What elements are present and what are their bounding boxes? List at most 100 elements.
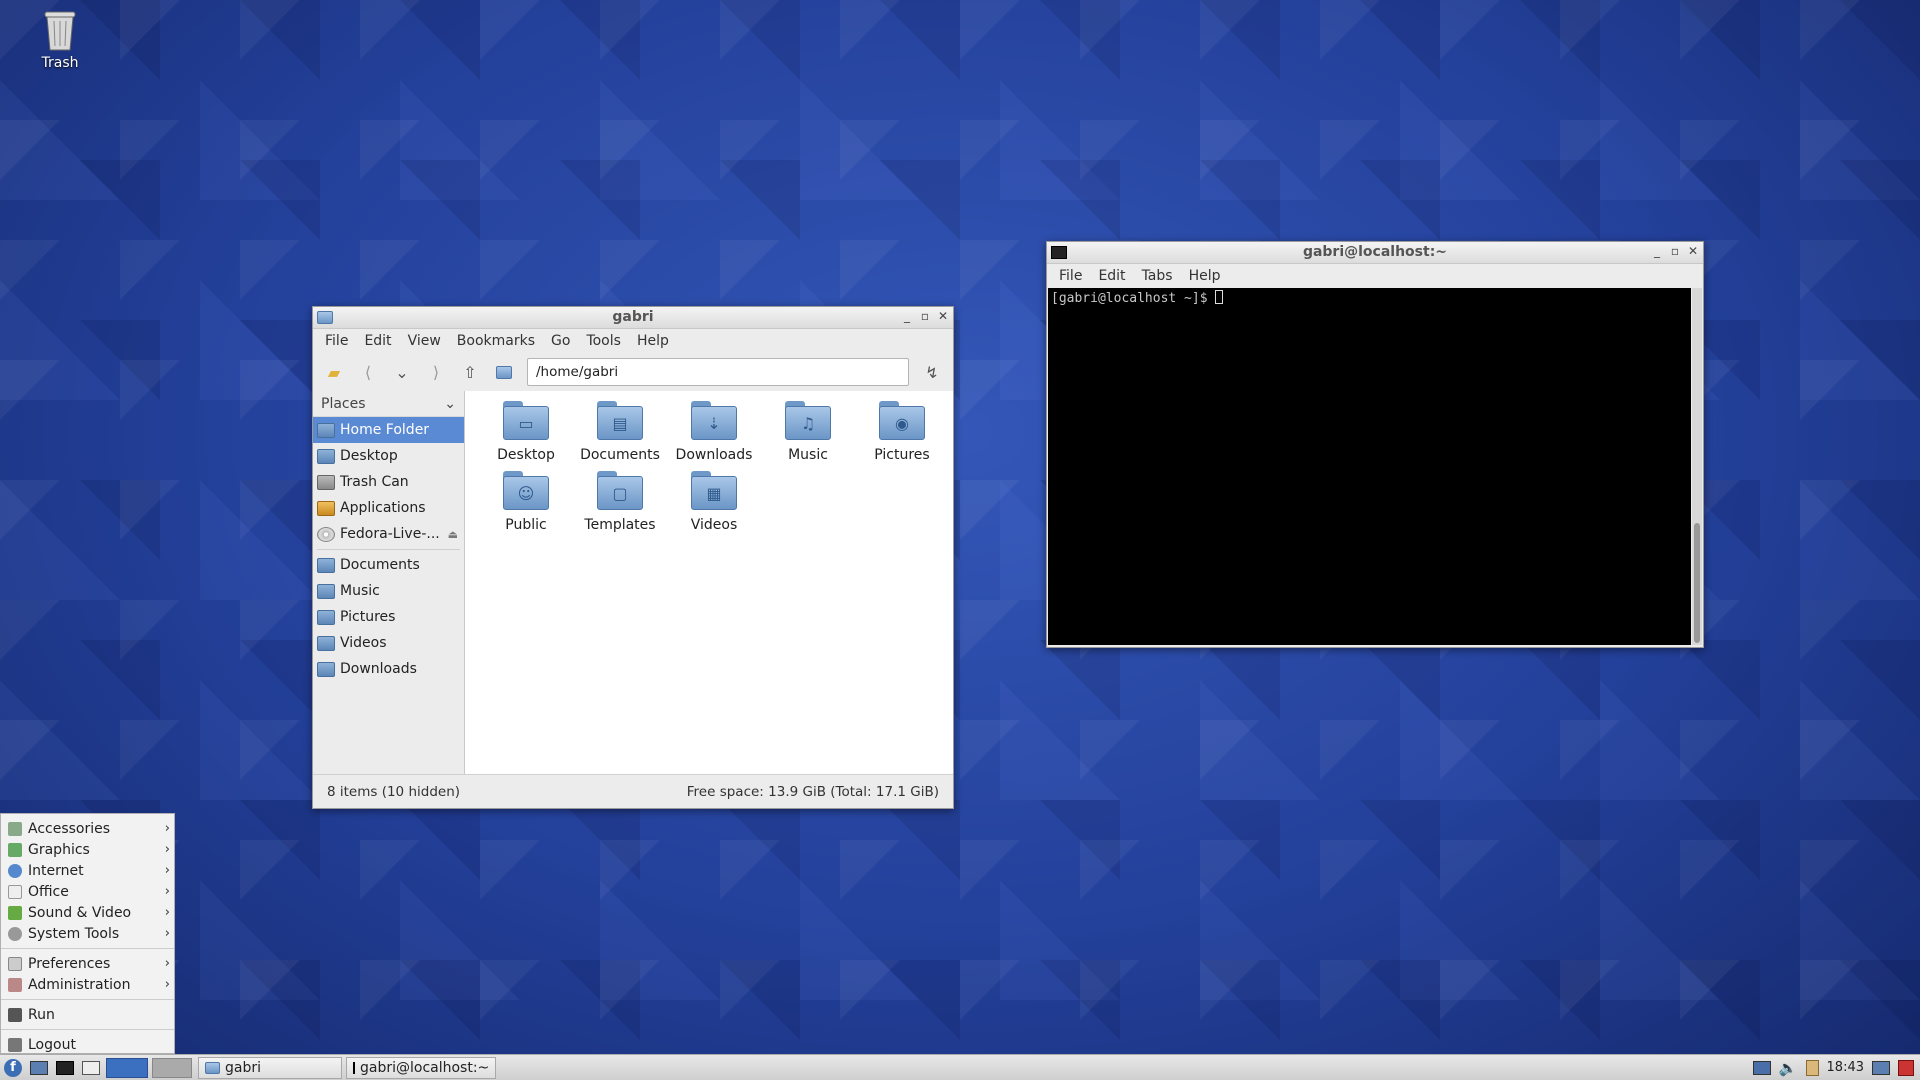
terminal-launcher[interactable] <box>54 1058 76 1078</box>
file-manager-launcher[interactable] <box>80 1058 102 1078</box>
task-terminal[interactable]: gabri@localhost:~ <box>346 1056 496 1079</box>
history-dropdown[interactable]: ⌄ <box>387 358 417 386</box>
menu-go[interactable]: Go <box>543 333 578 349</box>
sidebar-item-downloads[interactable]: Downloads <box>313 656 464 682</box>
graphics-icon <box>8 842 22 857</box>
show-desktop-button[interactable] <box>28 1058 50 1078</box>
sidebar-item-videos[interactable]: Videos <box>313 630 464 656</box>
forward-button[interactable]: ⟩ <box>421 358 451 386</box>
minimize-button[interactable]: _ <box>1651 244 1663 258</box>
file-item-label: Documents <box>580 447 660 463</box>
sidebar-item-desktop[interactable]: Desktop <box>313 443 464 469</box>
menu-item-preferences[interactable]: Preferences › <box>1 953 174 974</box>
menu-help[interactable]: Help <box>629 333 677 349</box>
menu-item-sound-video[interactable]: Sound & Video › <box>1 902 174 923</box>
sidebar-item-fedora-live[interactable]: Fedora-Live-... ⏏ <box>313 521 464 547</box>
workspace-1[interactable] <box>106 1057 148 1078</box>
maximize-button[interactable]: ▫ <box>919 309 931 323</box>
sidebar-item-trash-can[interactable]: Trash Can <box>313 469 464 495</box>
chevron-down-icon: ⌄ <box>444 395 456 412</box>
folder-icon <box>317 609 335 625</box>
fedora-logo-icon: f <box>4 1058 22 1077</box>
close-button[interactable]: ✕ <box>937 309 949 323</box>
clock[interactable]: 18:43 <box>1827 1060 1864 1075</box>
menu-file[interactable]: File <box>1051 268 1090 284</box>
menu-item-logout[interactable]: Logout <box>1 1034 174 1055</box>
path-input[interactable]: /home/gabri <box>527 358 909 386</box>
sidebar-item-music[interactable]: Music <box>313 578 464 604</box>
sidebar-item-applications[interactable]: Applications <box>313 495 464 521</box>
eject-icon[interactable]: ⏏ <box>448 528 458 541</box>
taskbar: f gabri gabri@localhost:~ 🔈 18:43 <box>0 1054 1920 1080</box>
network-icon[interactable] <box>1752 1060 1771 1075</box>
menu-item-system-tools[interactable]: System Tools › <box>1 923 174 944</box>
home-button[interactable] <box>489 358 519 386</box>
menu-item-internet[interactable]: Internet › <box>1 860 174 881</box>
menu-file[interactable]: File <box>317 333 356 349</box>
applications-icon <box>317 500 335 516</box>
file-item[interactable]: ☺ Public <box>479 469 573 533</box>
start-menu-button[interactable]: f <box>2 1058 24 1078</box>
menu-bookmarks[interactable]: Bookmarks <box>449 333 543 349</box>
start-menu: Accessories › Graphics › Internet › Office ›… <box>0 813 175 1054</box>
window-title: gabri <box>612 309 654 325</box>
chevron-down-icon: ⌄ <box>395 362 409 382</box>
file-item[interactable]: ▤ Documents <box>573 399 667 463</box>
menu-edit[interactable]: Edit <box>356 333 399 349</box>
menu-view[interactable]: View <box>400 333 449 349</box>
sidebar-item-documents[interactable]: Documents <box>313 552 464 578</box>
windows-icon <box>82 1060 100 1075</box>
task-label: gabri@localhost:~ <box>360 1059 490 1076</box>
sidebar-item-pictures[interactable]: Pictures <box>313 604 464 630</box>
chevron-right-icon: › <box>164 884 170 899</box>
file-item[interactable]: ▦ Videos <box>667 469 761 533</box>
new-tab-button[interactable]: ▰ <box>319 358 349 386</box>
file-item[interactable]: ▢ Templates <box>573 469 667 533</box>
shell-prompt: [gabri@localhost ~]$ <box>1051 291 1216 306</box>
volume-icon[interactable]: 🔈 <box>1779 1059 1798 1077</box>
minimize-button[interactable]: _ <box>901 309 913 323</box>
folder-music-icon: ♫ <box>785 401 831 441</box>
clipboard-icon[interactable] <box>1805 1059 1819 1076</box>
system-tray: 🔈 18:43 <box>1752 1059 1920 1077</box>
file-item[interactable]: ♫ Music <box>761 399 855 463</box>
close-button[interactable]: ✕ <box>1687 244 1699 258</box>
file-item[interactable]: ▭ Desktop <box>479 399 573 463</box>
desktop-trash[interactable]: Trash <box>30 8 90 71</box>
places-dropdown[interactable]: Places ⌄ <box>313 391 464 417</box>
menu-item-graphics[interactable]: Graphics › <box>1 839 174 860</box>
menu-tools[interactable]: Tools <box>578 333 629 349</box>
scrollbar-thumb[interactable] <box>1694 523 1700 643</box>
places-sidebar: Places ⌄ Home Folder Desktop Trash Can A… <box>313 391 465 774</box>
menu-item-administration[interactable]: Administration › <box>1 974 174 995</box>
file-item[interactable]: ⇣ Downloads <box>667 399 761 463</box>
menu-help[interactable]: Help <box>1181 268 1229 284</box>
back-button[interactable]: ⟨ <box>353 358 383 386</box>
menu-item-office[interactable]: Office › <box>1 881 174 902</box>
status-bar: 8 items (10 hidden) Free space: 13.9 GiB… <box>313 774 953 808</box>
maximize-button[interactable]: ▫ <box>1669 244 1681 258</box>
workspace-2[interactable] <box>152 1057 192 1078</box>
menu-edit[interactable]: Edit <box>1090 268 1133 284</box>
file-item[interactable]: ◉ Pictures <box>855 399 949 463</box>
folder-pictures-icon: ◉ <box>879 401 925 441</box>
menu-tabs[interactable]: Tabs <box>1134 268 1181 284</box>
up-button[interactable]: ⇧ <box>455 358 485 386</box>
folder-icon <box>317 448 335 464</box>
task-file-manager[interactable]: gabri <box>198 1056 342 1079</box>
sidebar-item-home-folder[interactable]: Home Folder <box>313 417 464 443</box>
sidebar-item-label: Trash Can <box>340 474 409 490</box>
file-manager-titlebar[interactable]: gabri _ ▫ ✕ <box>313 307 953 329</box>
menu-item-label: Run <box>28 1006 55 1023</box>
terminal-titlebar[interactable]: gabri@localhost:~ _ ▫ ✕ <box>1047 242 1703 264</box>
file-item-label: Downloads <box>675 447 753 463</box>
logout-icon[interactable] <box>1898 1059 1914 1076</box>
administration-icon <box>8 977 22 992</box>
scrollbar[interactable] <box>1692 288 1702 645</box>
menu-item-accessories[interactable]: Accessories › <box>1 818 174 839</box>
menu-item-run[interactable]: Run <box>1 1004 174 1025</box>
go-button[interactable]: ↯ <box>917 358 947 386</box>
terminal-screen[interactable]: [gabri@localhost ~]$ <box>1048 288 1691 645</box>
file-view[interactable]: ▭ Desktop ▤ Documents ⇣ Downloads ♫ Musi… <box>465 391 953 774</box>
desktop-switch-icon[interactable] <box>1872 1060 1890 1075</box>
